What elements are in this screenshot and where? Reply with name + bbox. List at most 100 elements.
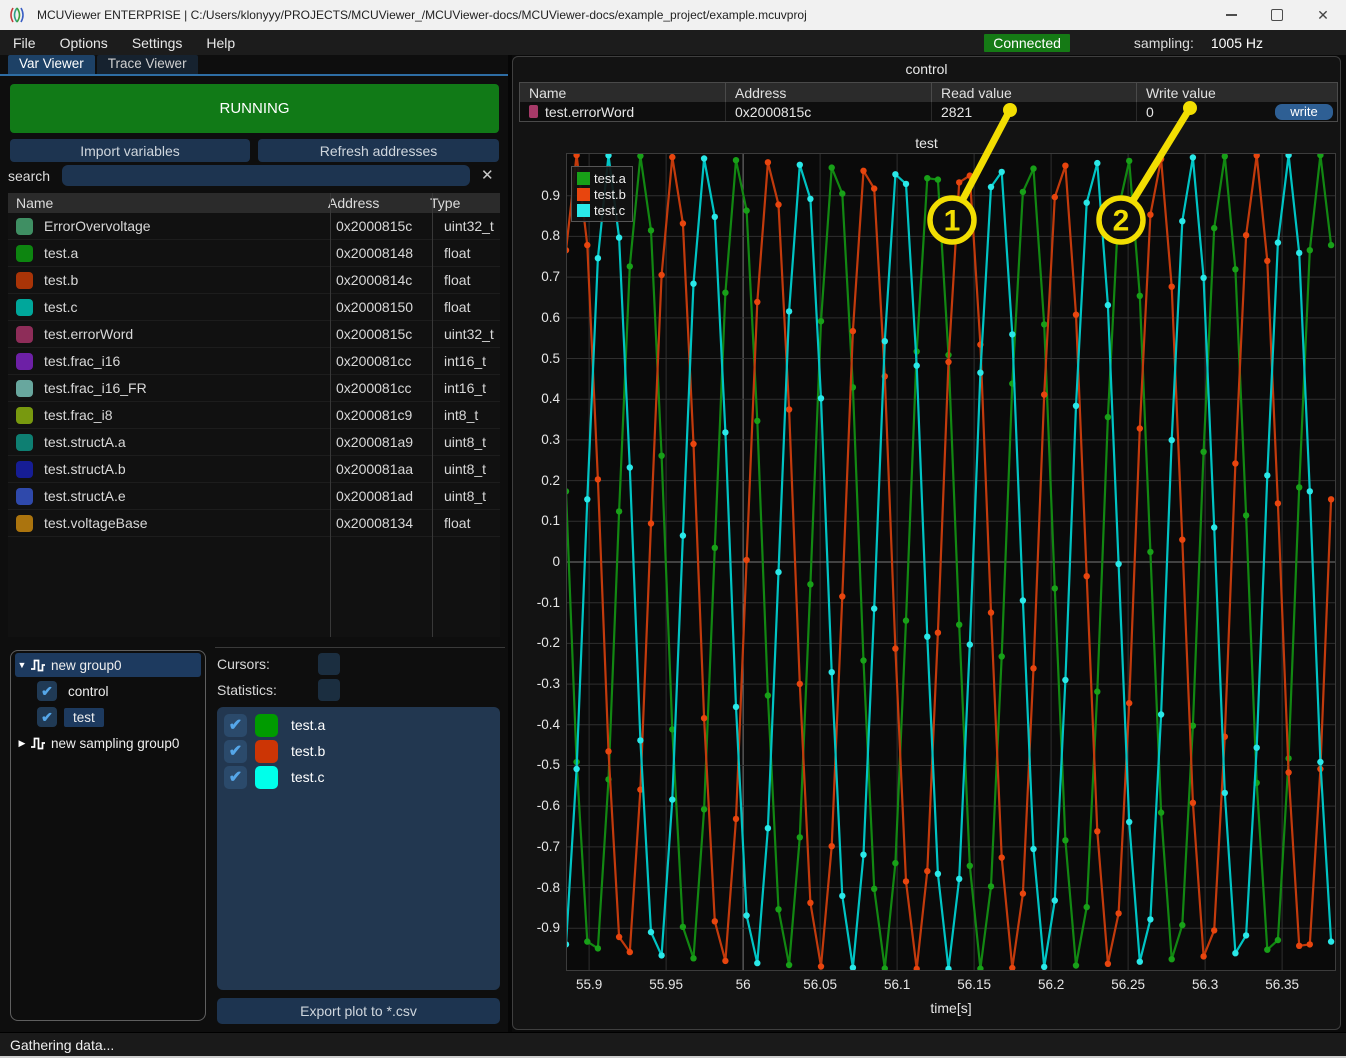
tree-item-test[interactable]: ✔test [37,705,201,729]
connection-status-badge: Connected [984,34,1070,52]
collapse-icon[interactable]: ▼ [15,660,29,670]
statistics-checkbox[interactable] [318,679,340,701]
table-row[interactable]: test.frac_i160x200081ccint16_t [8,348,500,375]
control-plot-title: control [513,61,1340,77]
variable-type: float [438,299,500,315]
column-write-value[interactable]: Write value [1136,83,1337,102]
plot-visible-checkbox[interactable]: ✔ [37,681,57,701]
x-tick-label: 55.95 [636,977,696,992]
tree-item-new-group0[interactable]: ▼new group0 [15,653,201,677]
close-button[interactable]: ✕ [1300,0,1346,30]
tab-trace-viewer[interactable]: Trace Viewer [97,55,198,75]
legend-entry: test.a [577,170,626,186]
series-visible-checkbox[interactable]: ✔ [224,714,247,737]
search-label: search [8,168,50,184]
mcuviewer-window: MCUViewer ENTERPRISE | C:/Users/klonyyy/… [0,0,1346,1058]
status-text: Gathering data... [10,1037,114,1053]
table-row[interactable]: test.structA.a0x200081a9uint8_t [8,429,500,456]
search-clear-icon[interactable]: ✕ [481,166,494,184]
variable-name: test.errorWord [545,104,634,120]
variable-type: uint32_t [438,326,500,342]
series-visible-checkbox[interactable]: ✔ [224,766,247,789]
plot-groups-tree: ▼new group0✔control✔test ▶ new sampling gr… [10,650,206,1021]
minimize-button[interactable] [1208,0,1254,30]
variable-address: 0x200081cc [330,380,438,396]
export-csv-button[interactable]: Export plot to *.csv [217,998,500,1024]
x-tick-label: 56.15 [944,977,1004,992]
series-color-swatch [255,714,278,737]
acquisition-state-button[interactable]: RUNNING [10,84,499,133]
table-row[interactable]: test.b0x2000814cfloat [8,267,500,294]
refresh-addresses-button[interactable]: Refresh addresses [258,139,499,162]
table-row[interactable]: test.errorWord0x2000815cuint32_t [8,321,500,348]
x-tick-label: 56.2 [1021,977,1081,992]
table-row[interactable]: test.structA.b0x200081aauint8_t [8,456,500,483]
window-controls: ✕ [1208,0,1346,30]
titlebar: MCUViewer ENTERPRISE | C:/Users/klonyyy/… [0,0,1346,30]
menu-item-settings[interactable]: Settings [132,35,183,51]
menu-item-help[interactable]: Help [206,35,235,51]
variable-color-swatch [16,515,33,532]
var-viewer-panel: Var ViewerTrace Viewer RUNNING Import va… [0,55,508,1032]
variable-name: test.frac_i16_FR [44,380,330,396]
variable-address: 0x200081cc [330,353,438,369]
list-item-test.b[interactable]: ✔ test.b [217,738,500,764]
menu-item-file[interactable]: File [13,35,36,51]
search-input[interactable] [62,165,470,186]
table-row[interactable]: test.voltageBase0x20008134float [8,510,500,537]
series-label: test.b [291,743,325,759]
column-type[interactable]: Type [424,195,460,211]
x-tick-label: 56.3 [1175,977,1235,992]
maximize-button[interactable] [1254,0,1300,30]
series-label: test.c [291,769,324,785]
expand-icon[interactable]: ▶ [15,738,29,749]
column-name[interactable]: Name [8,195,322,211]
import-variables-button[interactable]: Import variables [10,139,250,162]
table-row[interactable]: ErrorOvervoltage0x2000815cuint32_t [8,213,500,240]
variable-table: Name Address Type ErrorOvervoltage0x2000… [8,193,500,637]
variable-name-cell[interactable]: test.errorWord [520,102,725,121]
table-row[interactable]: test.frac_i80x200081c9int8_t [8,402,500,429]
variable-address: 0x2000815c [330,218,438,234]
control-table-header: Name Address Read value Write value [520,83,1337,102]
tab-var-viewer[interactable]: Var Viewer [8,55,95,75]
list-item-test.c[interactable]: ✔ test.c [217,764,500,790]
table-row[interactable]: test.structA.e0x200081aduint8_t [8,483,500,510]
tree-item-control[interactable]: ✔control [37,679,201,703]
y-tick-label: 0.1 [518,513,560,528]
column-address[interactable]: Address [322,195,424,211]
table-row[interactable]: test.c0x20008150float [8,294,500,321]
series-visible-checkbox[interactable]: ✔ [224,740,247,763]
plots-panel: control Name Address Read value Write va… [512,56,1341,1030]
y-tick-label: -0.1 [518,595,560,610]
cursors-checkbox[interactable] [318,653,340,675]
table-row[interactable]: test.frac_i16_FR0x200081ccint16_t [8,375,500,402]
variable-address: 0x20008150 [330,299,438,315]
y-tick-label: 0.9 [518,188,560,203]
column-read-value[interactable]: Read value [931,83,1136,102]
write-button[interactable]: write [1275,104,1333,120]
y-tick-label: 0 [518,554,560,569]
x-tick-label: 56.1 [867,977,927,992]
table-row[interactable]: test.a0x20008148float [8,240,500,267]
variable-name: test.structA.a [44,434,330,450]
table-row: test.errorWord 0x2000815c 2821 0 write [520,102,1337,121]
group-waveform-icon [29,736,51,751]
plot-canvas[interactable] [566,153,1336,971]
test-plot[interactable]: test.atest.btest.c time[s] 0.90.80.70.60… [566,153,1336,971]
group-label: new sampling group0 [51,736,179,751]
x-tick-label: 56.35 [1252,977,1312,992]
tabbar: Var ViewerTrace Viewer [0,55,508,75]
plot-series-list: ✔test.a✔test.b✔test.c [217,707,500,990]
menu-item-options[interactable]: Options [60,35,108,51]
variable-name: test.frac_i16 [44,353,330,369]
variable-name: test.b [44,272,330,288]
y-tick-label: -0.9 [518,920,560,935]
variable-type: uint8_t [438,434,500,450]
tree-item-new-sampling-group0[interactable]: ▶ new sampling group0 [15,731,201,755]
column-name[interactable]: Name [520,83,725,102]
variable-type: uint32_t [438,218,500,234]
column-address[interactable]: Address [725,83,931,102]
list-item-test.a[interactable]: ✔test.a [217,712,500,738]
plot-visible-checkbox[interactable]: ✔ [37,707,57,727]
